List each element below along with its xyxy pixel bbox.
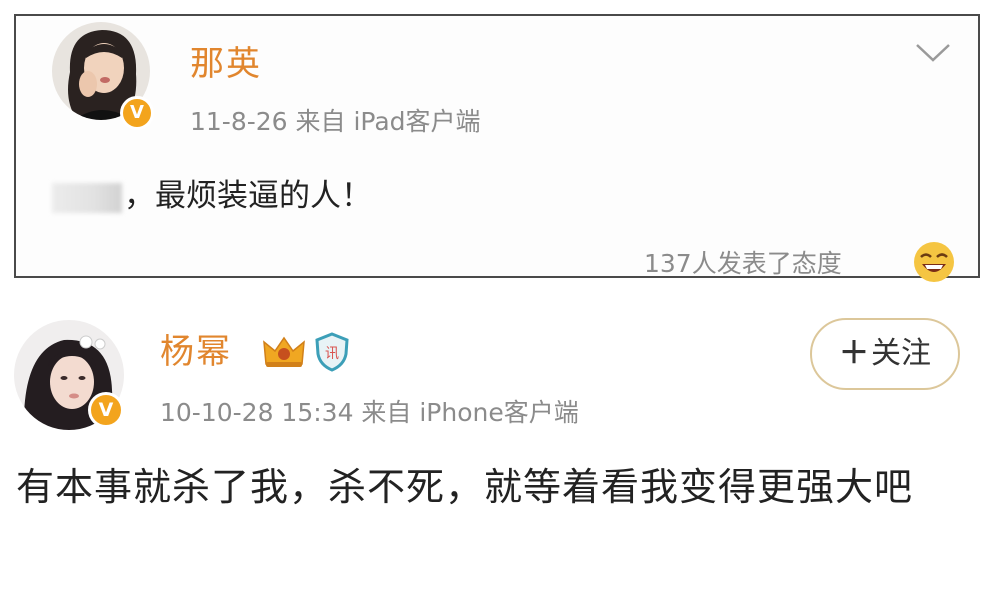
verified-badge-icon: V [88,392,124,428]
user-name[interactable]: 那英 [190,36,262,85]
follow-label: 关注 [871,336,931,371]
weibo-post-1: V 那英 11-8-26 来自 iPad客户端 ，最烦装逼的人！ 137人发表了… [14,14,980,282]
crown-badge-icon [263,336,305,367]
reaction-count[interactable]: 137人发表了态度 [644,244,842,280]
follow-button[interactable]: ＋关注 [810,318,960,390]
svg-text:讯: 讯 [325,345,339,361]
user-name[interactable]: 杨幂 [160,324,232,373]
post-meta: 10-10-28 15:34 来自 iPhone客户端 [160,398,579,427]
blurred-text [52,182,122,213]
post-content: ，最烦装逼的人！ [52,170,372,215]
post-content: 有本事就杀了我，杀不死，就等着看我变得更强大吧 [16,465,914,509]
verified-badge-icon: V [120,96,154,130]
plus-icon: ＋ [839,336,869,371]
post-meta: 11-8-26 来自 iPad客户端 [190,107,481,136]
post-text: ，最烦装逼的人！ [124,178,372,214]
chevron-down-icon[interactable] [914,42,952,64]
shield-badge-icon: 讯 [315,332,349,372]
laughing-emoji-icon[interactable] [910,238,958,286]
